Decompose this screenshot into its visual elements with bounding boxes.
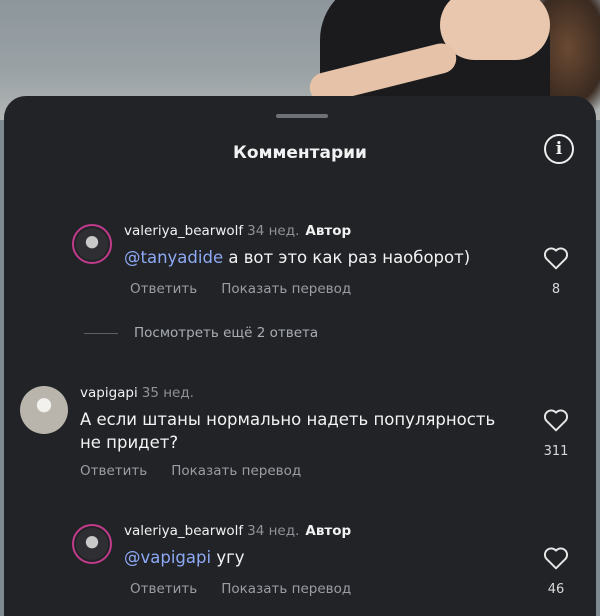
comment-text-body: угу [211,548,245,567]
comment-username[interactable]: vapigapi [80,385,138,401]
like-control: 311 [526,408,586,459]
comment-username[interactable]: valeriya_bearwolf [124,223,243,239]
like-control: 46 [526,546,586,597]
author-badge: Автор [305,523,352,539]
like-count: 311 [543,444,569,459]
comment-time: 34 нед. [247,523,300,539]
like-count: 8 [551,282,561,297]
comment-text: @tanyadide а вот это как раз наоборот) [124,246,470,269]
avatar[interactable] [72,524,112,564]
heart-icon[interactable] [543,246,569,270]
translate-button[interactable]: Показать перевод [221,581,351,597]
comment-text-body: а вот это как раз наоборот) [223,248,471,267]
comment-actions: Ответить Показать перевод [80,463,325,479]
view-more-replies-button[interactable]: Посмотреть ещё 2 ответа [84,325,318,341]
background-photo-skin [440,0,550,60]
info-icon[interactable]: i [544,134,574,164]
comment-actions: Ответить Показать перевод [130,581,375,597]
avatar[interactable] [72,224,112,264]
comment-time: 34 нед. [247,223,300,239]
translate-button[interactable]: Показать перевод [171,463,301,479]
author-badge: Автор [305,223,352,239]
divider [84,332,118,334]
sheet-title: Комментарии [233,143,367,163]
comment-actions: Ответить Показать перевод [130,281,375,297]
heart-icon[interactable] [543,408,569,432]
view-more-replies-label: Посмотреть ещё 2 ответа [134,325,319,341]
reply-button[interactable]: Ответить [80,463,147,479]
reply-button[interactable]: Ответить [130,281,197,297]
comments-sheet: Комментарии i valeriya_bearwolf 34 нед. Ав… [4,96,596,616]
comment-meta: valeriya_bearwolf 34 нед. Автор [124,223,351,239]
comment-meta: vapigapi 35 нед. [80,385,194,401]
like-control: 8 [526,246,586,297]
translate-button[interactable]: Показать перевод [221,281,351,297]
avatar[interactable] [20,386,68,434]
comment-username[interactable]: valeriya_bearwolf [124,523,243,539]
comment-text: @vapigapi угу [124,546,245,569]
heart-icon[interactable] [543,546,569,570]
comment-text: А если штаны нормально надеть популярнос… [80,410,496,452]
reply-button[interactable]: Ответить [130,581,197,597]
mention-link[interactable]: @vapigapi [124,548,211,567]
like-count: 46 [547,582,565,597]
comment-meta: valeriya_bearwolf 34 нед. Автор [124,523,351,539]
comment-time: 35 нед. [141,385,194,401]
mention-link[interactable]: @tanyadide [124,248,223,267]
sheet-drag-handle[interactable] [276,114,328,118]
